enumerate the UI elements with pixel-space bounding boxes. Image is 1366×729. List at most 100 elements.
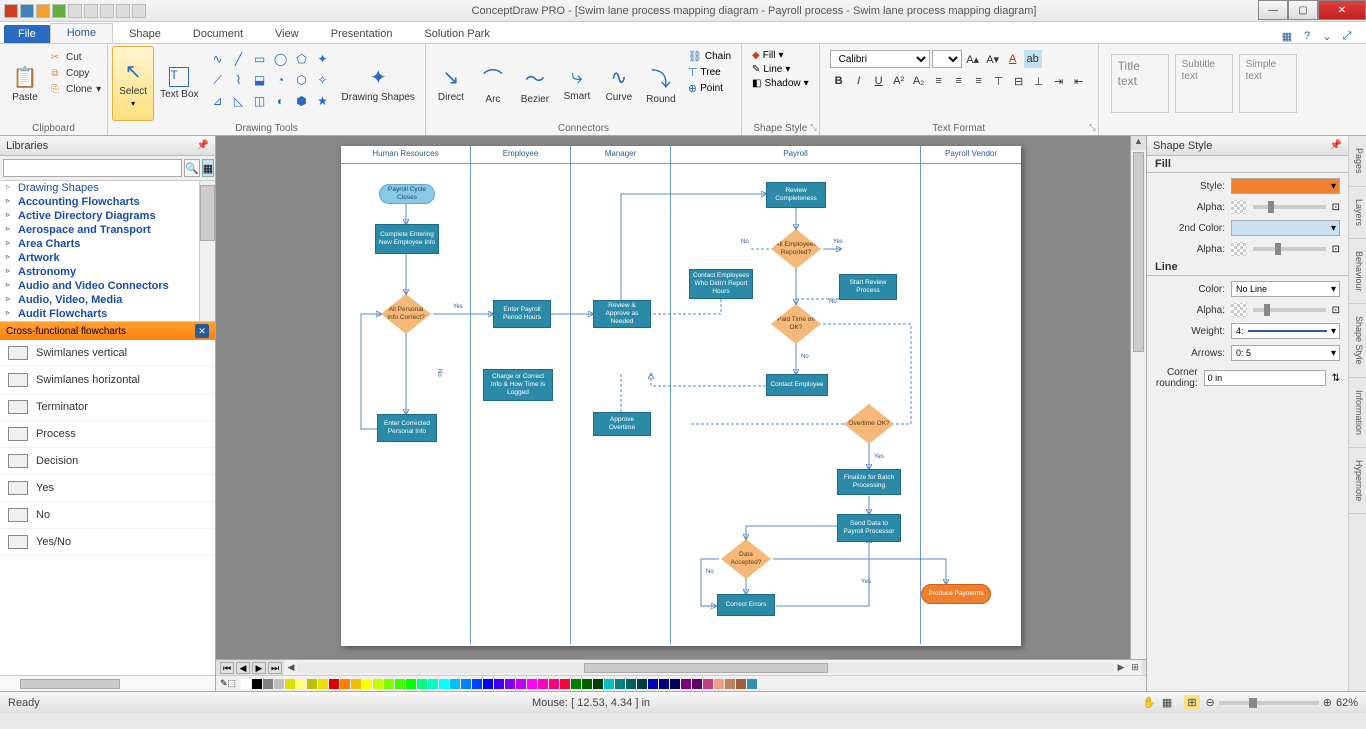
node-terminator[interactable]: Produce Payments [921,584,991,604]
lib-item[interactable]: Astronomy [0,265,215,279]
tool-icon[interactable]: ⊿ [209,92,227,110]
qa-icon[interactable] [132,4,146,18]
drawing-shapes-button[interactable]: ✦ Drawing Shapes [336,46,421,121]
color-swatch[interactable] [648,679,658,689]
grow-font-button[interactable]: A▴ [964,50,982,68]
color-swatch[interactable] [670,679,680,689]
shape-item[interactable]: Process [0,421,215,448]
tool-icon[interactable]: ◺ [230,92,248,110]
tool-icon[interactable]: ✦ [314,50,332,68]
alpha-reset[interactable]: ⊡ [1332,305,1340,316]
font-color-button[interactable]: A [1004,50,1022,68]
hscroll-right[interactable]: ▶ [1114,662,1128,673]
color-swatch[interactable] [252,679,262,689]
color-swatch[interactable] [527,679,537,689]
color-swatch[interactable] [571,679,581,689]
node-process[interactable]: Complete Entering New Employee Info [375,224,439,254]
color-swatch[interactable] [461,679,471,689]
subscript-button[interactable]: A₂ [910,72,928,90]
tool-icon[interactable]: ⬠ [293,50,311,68]
node-process[interactable]: Send Data to Payroll Processor [837,514,901,542]
qa-icon[interactable] [36,4,50,18]
hscroll-track[interactable] [298,663,1114,673]
tool-icon[interactable]: ∿ [209,50,227,68]
color-swatch[interactable] [516,679,526,689]
direct-button[interactable]: ↘Direct [430,46,472,121]
pin-icon[interactable]: 📌 [1330,140,1342,151]
copy-button[interactable]: ⧉Copy [48,66,101,80]
highlight-button[interactable]: ab [1024,50,1042,68]
zoom-slider[interactable] [1219,701,1319,705]
close-icon[interactable]: ✕ [195,324,209,338]
minimize-button[interactable]: — [1258,0,1288,20]
style-simple[interactable]: Simple text [1239,54,1297,113]
node-process[interactable]: Contact Employee [766,374,828,396]
tool-icon[interactable]: ╱ [230,50,248,68]
color-swatch[interactable] [582,679,592,689]
vscrollbar[interactable]: ▲ [1130,136,1146,659]
node-process[interactable]: Enter Payroll Period Hours [493,300,551,328]
side-tab-information[interactable]: Information [1349,378,1366,448]
color-swatch[interactable] [626,679,636,689]
node-process[interactable]: Review Completeness [766,182,826,208]
page-first[interactable]: ⏮ [220,662,234,674]
caret-icon[interactable]: ⌄ [1320,29,1334,43]
side-tab-hypernote[interactable]: Hypernote [1349,448,1366,515]
shape-item[interactable]: Decision [0,448,215,475]
line-button[interactable]: ✎Line ▾ [752,64,809,75]
textbox-button[interactable]: T Text Box [154,46,204,121]
color-swatch[interactable] [406,679,416,689]
launcher-icon[interactable]: ⤡ [810,123,816,133]
tab-home[interactable]: Home [50,23,113,43]
color-swatch[interactable] [494,679,504,689]
qa-icon[interactable] [68,4,82,18]
color-swatch[interactable] [274,679,284,689]
fill-button[interactable]: ◆Fill ▾ [752,50,809,61]
color-swatch[interactable] [681,679,691,689]
bold-button[interactable]: B [830,72,848,90]
node-process[interactable]: Enter Corrected Personal Info [377,414,437,442]
style-subtitle[interactable]: Subtitle text [1175,54,1233,113]
tool-icon[interactable]: ⬢ [293,92,311,110]
panel-icon[interactable]: ▦ [1280,29,1294,43]
side-tab-shape-style[interactable]: Shape Style [1349,304,1366,378]
tool-icon[interactable]: ⬡ [293,71,311,89]
launcher-icon[interactable]: ⤡ [1089,123,1095,133]
alpha-slider[interactable] [1253,308,1326,312]
color-swatch[interactable] [637,679,647,689]
tab-document[interactable]: Document [177,25,259,43]
category-header[interactable]: Cross-functional flowcharts ✕ [0,322,215,340]
align-left-button[interactable]: ≡ [930,72,948,90]
file-tab[interactable]: File [4,25,50,43]
hscroll-left[interactable]: ◀ [284,662,298,673]
view-toggle[interactable]: ▦ [202,159,214,177]
alpha-slider[interactable] [1253,205,1326,209]
qa-icon[interactable] [4,4,18,18]
lib-item[interactable]: Accounting Flowcharts [0,195,215,209]
alpha-reset[interactable]: ⊡ [1332,244,1340,255]
superscript-button[interactable]: A² [890,72,908,90]
color-swatch[interactable] [505,679,515,689]
tool-icon[interactable]: ⌇ [230,71,248,89]
color-swatch[interactable] [373,679,383,689]
lib-item[interactable]: Audio and Video Connectors [0,279,215,293]
size-select[interactable]: 10 [932,50,962,68]
paste-button[interactable]: 📋 Paste [4,46,46,121]
color-swatch[interactable] [692,679,702,689]
color-swatch[interactable] [714,679,724,689]
node-process[interactable]: Contact Employees Who Didn't Report Hour… [689,269,753,299]
tool-icon[interactable]: ⟋ [209,71,227,89]
lib-item[interactable]: Aerospace and Transport [0,223,215,237]
smart-button[interactable]: ⤷Smart [556,46,598,121]
alpha-slider[interactable] [1253,247,1326,251]
color-swatch[interactable] [483,679,493,689]
color-swatch[interactable] [329,679,339,689]
tool-icon[interactable]: ◫ [251,92,269,110]
select-button[interactable]: ↖ Select ▾ [112,46,154,121]
align-top-button[interactable]: ⊤ [990,72,1008,90]
color-swatch[interactable] [538,679,548,689]
color-swatch[interactable] [307,679,317,689]
tool-icon[interactable]: ◯ [272,50,290,68]
tool-icon[interactable]: ✧ [314,71,332,89]
qa-icon[interactable] [116,4,130,18]
